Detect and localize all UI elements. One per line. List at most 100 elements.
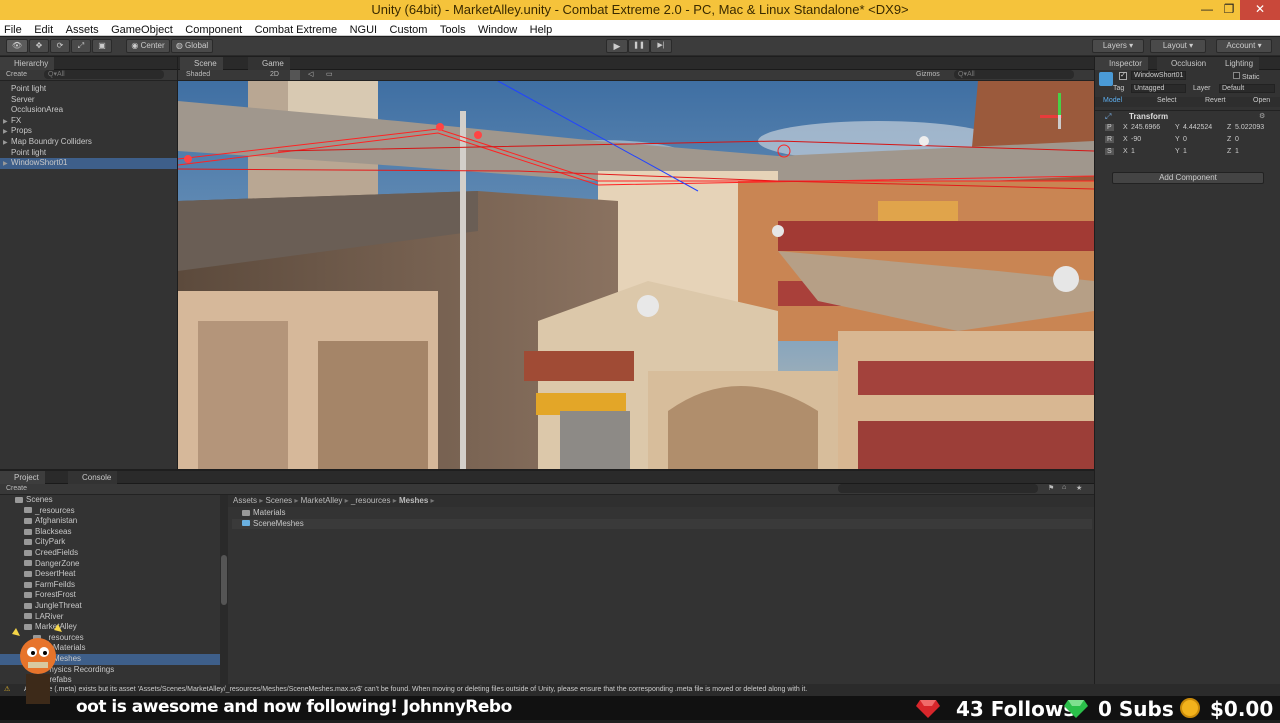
project-folder-item[interactable]: Scenes: [0, 495, 220, 506]
hierarchy-create-dropdown[interactable]: Create: [6, 71, 27, 78]
layers-dropdown[interactable]: Layers ▾: [1092, 39, 1144, 53]
static-toggle[interactable]: Static: [1233, 72, 1259, 81]
project-file-item[interactable]: Materials: [232, 508, 1092, 519]
play-button[interactable]: ▶: [606, 39, 628, 53]
tab-lighting[interactable]: Lighting: [1211, 57, 1260, 70]
layout-dropdown[interactable]: Layout ▾: [1150, 39, 1206, 53]
y-field[interactable]: 4.442524: [1183, 124, 1212, 131]
expand-arrow-icon[interactable]: ▶: [3, 159, 11, 170]
close-button[interactable]: ✕: [1240, 0, 1280, 20]
project-folder-item[interactable]: DangerZone: [0, 559, 220, 570]
audio-toggle-icon[interactable]: ◁: [308, 70, 313, 78]
menu-component[interactable]: Component: [181, 22, 246, 37]
menu-window[interactable]: Window: [474, 22, 521, 37]
lighting-toggle-icon[interactable]: [290, 70, 300, 80]
project-folder-item[interactable]: ForestFrost: [0, 590, 220, 601]
z-field[interactable]: 5.022093: [1235, 124, 1264, 131]
project-create-dropdown[interactable]: Create: [6, 485, 27, 492]
status-bar[interactable]: ⚠ Asset file (.meta) exists but its asse…: [0, 684, 1280, 696]
z-field[interactable]: 0: [1235, 136, 1239, 143]
rect-tool-button[interactable]: ▣: [92, 39, 112, 53]
gizmos-dropdown[interactable]: Gizmos: [916, 71, 940, 78]
object-name-field[interactable]: WindowShort01: [1131, 71, 1187, 80]
expand-arrow-icon[interactable]: ▶: [3, 138, 11, 149]
tree-scrollbar[interactable]: [220, 495, 228, 685]
project-folder-item[interactable]: FarmFeilds: [0, 580, 220, 591]
add-component-button[interactable]: Add Component: [1112, 172, 1264, 184]
project-search-input[interactable]: [838, 484, 1038, 493]
account-dropdown[interactable]: Account ▾: [1216, 39, 1272, 53]
view-tool-button[interactable]: 👁: [6, 39, 28, 53]
x-field[interactable]: 245.6966: [1131, 124, 1160, 131]
filter-type-icon[interactable]: ⚑: [1048, 484, 1054, 492]
model-revert-button[interactable]: Revert: [1205, 97, 1226, 104]
menu-assets[interactable]: Assets: [62, 22, 103, 37]
tab-inspector[interactable]: Inspector: [1095, 57, 1148, 70]
model-select-button[interactable]: Select: [1157, 97, 1176, 104]
filter-label-icon[interactable]: ⌂: [1062, 484, 1066, 491]
tab-occlusion[interactable]: Occlusion: [1157, 57, 1213, 70]
breadcrumb-item[interactable]: _resources: [351, 496, 391, 505]
active-checkbox[interactable]: ✓: [1119, 72, 1127, 80]
tab-hierarchy[interactable]: Hierarchy: [0, 57, 55, 70]
menu-tools[interactable]: Tools: [436, 22, 470, 37]
hierarchy-item[interactable]: ▶ Map Boundry Colliders: [0, 137, 177, 148]
gear-icon[interactable]: ⚙: [1259, 112, 1265, 120]
favorite-icon[interactable]: ★: [1076, 484, 1082, 492]
breadcrumb-item[interactable]: Scenes: [265, 496, 292, 505]
transform-header[interactable]: ⤢ Transform ⚙: [1095, 110, 1280, 121]
menu-help[interactable]: Help: [526, 22, 557, 37]
tab-console[interactable]: Console: [68, 471, 118, 484]
breadcrumb-item[interactable]: Assets: [233, 496, 257, 505]
project-folder-item[interactable]: DesertHeat: [0, 569, 220, 580]
hierarchy-item[interactable]: Point light: [0, 84, 177, 95]
x-field[interactable]: -90: [1131, 136, 1141, 143]
menu-ngui[interactable]: NGUI: [346, 22, 382, 37]
scene-search-input[interactable]: Q▾All: [954, 70, 1074, 79]
tab-scene[interactable]: Scene: [180, 57, 223, 70]
layer-dropdown[interactable]: Default: [1219, 84, 1275, 93]
hierarchy-item[interactable]: ▶ WindowShort01: [0, 158, 177, 169]
tree-scroll-thumb[interactable]: [221, 555, 227, 605]
effects-toggle-icon[interactable]: ▭: [326, 70, 333, 78]
project-folder-item[interactable]: CityPark: [0, 537, 220, 548]
menu-custom[interactable]: Custom: [386, 22, 432, 37]
hierarchy-item[interactable]: ▶ Props: [0, 126, 177, 137]
menu-file[interactable]: File: [0, 22, 26, 37]
project-folder-item[interactable]: _resources: [0, 506, 220, 517]
scene-viewport[interactable]: [178, 81, 1094, 469]
menu-gameobject[interactable]: GameObject: [107, 22, 177, 37]
menu-combat-extreme[interactable]: Combat Extreme: [251, 22, 342, 37]
scale-tool-button[interactable]: ⤢: [71, 39, 91, 53]
pivot-center-button[interactable]: ◉ Center: [126, 39, 170, 53]
model-open-button[interactable]: Open: [1253, 97, 1270, 104]
tag-dropdown[interactable]: Untagged: [1131, 84, 1186, 93]
move-tool-button[interactable]: ✥: [29, 39, 49, 53]
tab-game[interactable]: Game: [248, 57, 290, 70]
x-field[interactable]: 1: [1131, 148, 1135, 155]
tab-project[interactable]: Project: [0, 471, 45, 484]
pause-button[interactable]: ❚❚: [628, 39, 650, 53]
project-folder-item[interactable]: CreedFields: [0, 548, 220, 559]
project-folder-item[interactable]: Afghanistan: [0, 516, 220, 527]
hierarchy-item[interactable]: ▶ FX: [0, 116, 177, 127]
shading-mode-dropdown[interactable]: Shaded: [186, 71, 210, 78]
y-field[interactable]: 0: [1183, 136, 1187, 143]
step-button[interactable]: ▶|: [650, 39, 672, 53]
toggle-2d-button[interactable]: 2D: [270, 71, 279, 78]
breadcrumb-item[interactable]: MarketAlley: [301, 496, 343, 505]
project-folder-item[interactable]: Blackseas: [0, 527, 220, 538]
project-folder-item[interactable]: JungleThreat: [0, 601, 220, 612]
hierarchy-item[interactable]: Server: [0, 95, 177, 106]
z-field[interactable]: 1: [1235, 148, 1239, 155]
menu-edit[interactable]: Edit: [30, 22, 57, 37]
rotate-tool-button[interactable]: ⟳: [50, 39, 70, 53]
global-button[interactable]: ◍ Global: [171, 39, 213, 53]
y-field[interactable]: 1: [1183, 148, 1187, 155]
hierarchy-item[interactable]: OcclusionArea: [0, 105, 177, 116]
hierarchy-item[interactable]: Point light: [0, 148, 177, 159]
static-checkbox[interactable]: [1233, 72, 1240, 79]
breadcrumb-item[interactable]: Meshes: [399, 496, 428, 505]
hierarchy-search-input[interactable]: Q▾All: [44, 70, 164, 79]
project-file-item[interactable]: SceneMeshes: [232, 518, 1092, 530]
